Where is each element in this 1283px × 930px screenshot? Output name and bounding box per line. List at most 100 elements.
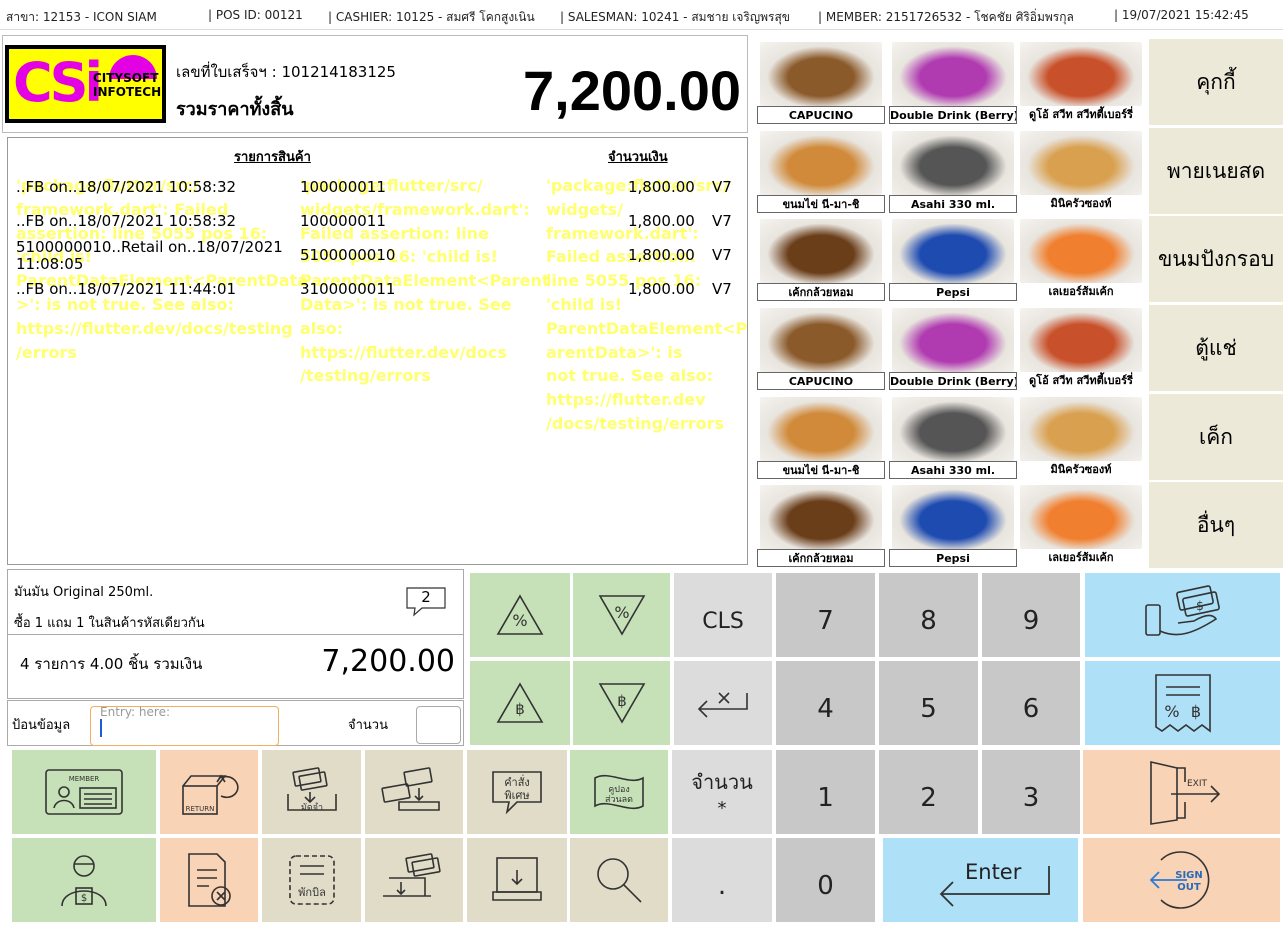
product-image (1020, 131, 1142, 195)
exit-icon: EXIT (1137, 758, 1227, 826)
product-tile[interactable]: Asahi 330 ml. (889, 128, 1017, 213)
payment-button[interactable]: $ (1085, 573, 1280, 657)
baht-markdown-button[interactable]: ฿ (573, 661, 670, 745)
product-image (892, 308, 1014, 372)
item-vat: V7 (712, 280, 732, 298)
company-logo: CSi CITYSOFT INFOTECH (5, 45, 166, 123)
svg-text:$: $ (81, 893, 87, 904)
product-tile[interactable]: เลเยอร์ส้มเค้ก (1017, 216, 1145, 301)
digit-9-button[interactable]: 9 (982, 573, 1080, 657)
digit-1-button[interactable]: 1 (776, 750, 875, 834)
member-info: | MEMBER: 2151726532 - โชคชัย ศิริอิ่มพร… (818, 10, 1074, 24)
digit-0-button[interactable]: 0 (776, 838, 875, 922)
discount-bill-icon: % ฿ (1148, 671, 1218, 735)
product-tile[interactable]: มินิครัวซองท์ (1017, 128, 1145, 213)
cash-transfer-icon (379, 766, 449, 818)
category-button[interactable]: เค็ก (1149, 394, 1283, 480)
member-card-icon: MEMBER (44, 766, 124, 818)
product-tile[interactable]: เลเยอร์ส้มเค้ก (1017, 482, 1145, 567)
product-tile[interactable]: ดูโอ้ สวีท สวีทตี้เบอร์รี่ (1017, 305, 1145, 390)
product-label: เลเยอร์ส้มเค้ก (1048, 285, 1114, 298)
quantity-input[interactable] (416, 706, 461, 744)
product-tile[interactable]: Pepsi (889, 216, 1017, 301)
svg-text:ส่วนลด: ส่วนลด (605, 795, 633, 805)
product-tile[interactable]: Double Drink (Berry) (889, 39, 1017, 124)
salesman-info: | SALESMAN: 10241 - สมชาย เจริญพรสุข (560, 10, 790, 24)
void-bill-button[interactable] (160, 838, 258, 922)
sign-out-button[interactable]: SIGN OUT (1083, 838, 1280, 922)
category-button[interactable]: พายเนยสด (1149, 128, 1283, 214)
total-amount: 7,200.00 (523, 59, 741, 122)
special-command-button[interactable]: คำสั่ง พิเศษ (467, 750, 567, 834)
product-tile[interactable]: Pepsi (889, 482, 1017, 567)
category-button[interactable]: อื่นๆ (1149, 482, 1283, 568)
baht-discount-button[interactable]: ฿ (470, 661, 570, 745)
payment-icon: $ (1138, 583, 1228, 647)
selected-item-name: มันมัน Original 250ml. (14, 585, 154, 600)
hold-bill-button[interactable]: พักบิล (262, 838, 361, 922)
cash-drawer-button[interactable] (467, 838, 567, 922)
items-list[interactable]: รายการสินค้า จำนวนเงิน 'package:flutter/… (7, 137, 748, 565)
cashier-button[interactable]: $ (12, 838, 156, 922)
digit-6-button[interactable]: 6 (982, 661, 1080, 745)
percent-discount-button[interactable]: % (470, 573, 570, 657)
category-button[interactable]: ขนมปังกรอบ (1149, 216, 1283, 302)
product-image (892, 397, 1014, 461)
digit-7-button[interactable]: 7 (776, 573, 875, 657)
product-label: ดูโอ้ สวีท สวีทตี้เบอร์รี่ (1029, 374, 1133, 387)
item-name: ..FB on..18/07/2021 10:58:32 (16, 178, 237, 196)
product-label: มินิครัวซองท์ (1050, 463, 1112, 476)
cash-transfer-button[interactable] (365, 750, 463, 834)
product-label: มินิครัวซองท์ (1050, 197, 1112, 210)
product-tile[interactable]: ขนมไข่ นี-มา-ชิ (757, 128, 885, 213)
item-amount: 1,800.00 (628, 246, 695, 264)
promo-count-bubble[interactable]: 2 (404, 586, 448, 618)
svg-text:%: % (614, 603, 629, 622)
category-button[interactable]: คุกกี้ (1149, 39, 1283, 125)
product-tile[interactable]: Double Drink (Berry) (889, 305, 1017, 390)
digit-2-button[interactable]: 2 (879, 750, 978, 834)
member-card-button[interactable]: MEMBER (12, 750, 156, 834)
product-image (1020, 219, 1142, 283)
digit-4-button[interactable]: 4 (776, 661, 875, 745)
exit-button[interactable]: EXIT (1083, 750, 1280, 834)
svg-text:มัดจำ: มัดจำ (300, 802, 322, 813)
product-tile[interactable]: เค้กกล้วยหอม (757, 216, 885, 301)
discount-bill-button[interactable]: % ฿ (1085, 661, 1280, 745)
coupon-button[interactable]: คูปอง ส่วนลด (570, 750, 668, 834)
product-label: CAPUCINO (757, 372, 885, 390)
product-label: Double Drink (Berry) (889, 106, 1017, 124)
item-code: 100000011 (300, 212, 386, 230)
deposit-button[interactable]: มัดจำ (262, 750, 361, 834)
svg-text:พิเศษ: พิเศษ (504, 789, 529, 802)
product-tile[interactable]: เค้กกล้วยหอม (757, 482, 885, 567)
product-tile[interactable]: มินิครัวซองท์ (1017, 394, 1145, 479)
decimal-button[interactable]: . (672, 838, 772, 922)
svg-text:฿: ฿ (1190, 702, 1200, 721)
product-image (760, 131, 882, 195)
product-tile[interactable]: Asahi 330 ml. (889, 394, 1017, 479)
category-button[interactable]: ตู้แช่ (1149, 305, 1283, 391)
product-tile[interactable]: ดูโอ้ สวีท สวีทตี้เบอร์รี่ (1017, 39, 1145, 124)
search-button[interactable] (570, 838, 668, 922)
product-tile[interactable]: ขนมไข่ นี-มา-ชิ (757, 394, 885, 479)
cash-out-button[interactable] (365, 838, 463, 922)
percent-markdown-button[interactable]: % (573, 573, 670, 657)
product-tile[interactable]: CAPUCINO (757, 39, 885, 124)
hold-bill-icon: พักบิล (284, 852, 340, 908)
product-tile[interactable]: CAPUCINO (757, 305, 885, 390)
product-image (892, 485, 1014, 549)
backspace-button[interactable] (674, 661, 772, 745)
baht-markdown-icon: ฿ (596, 680, 648, 726)
entry-panel: ป้อนข้อมูล Entry: here: จำนวน (7, 700, 464, 746)
digit-5-button[interactable]: 5 (879, 661, 978, 745)
digit-8-button[interactable]: 8 (879, 573, 978, 657)
digit-3-button[interactable]: 3 (982, 750, 1080, 834)
svg-text:RETURN: RETURN (186, 805, 215, 813)
clear-button[interactable]: CLS (674, 573, 772, 657)
entry-input[interactable]: Entry: here: (90, 705, 279, 746)
enter-button[interactable]: Enter (883, 838, 1078, 922)
return-button[interactable]: RETURN (160, 750, 258, 834)
datetime: | 19/07/2021 15:42:45 (1114, 8, 1249, 22)
quantity-button[interactable]: จำนวน * (672, 750, 772, 834)
